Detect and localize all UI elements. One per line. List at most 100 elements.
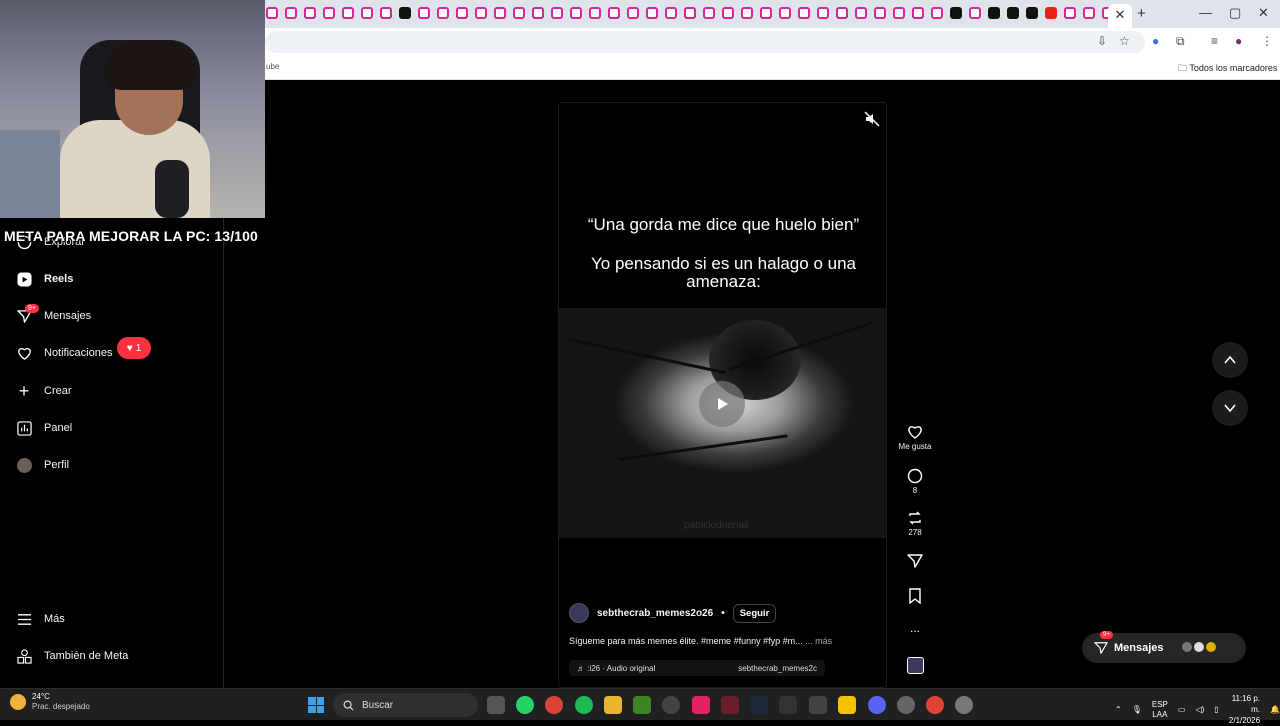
tiktok-tab-icon[interactable] [1026, 7, 1038, 19]
instagram-tab-icon[interactable] [646, 7, 658, 19]
app-icon[interactable] [721, 696, 739, 714]
instagram-tab-icon[interactable] [456, 7, 468, 19]
gear-icon[interactable] [955, 696, 973, 714]
app-icon[interactable] [809, 696, 827, 714]
audio-thumbnail[interactable] [907, 657, 924, 674]
chevron-up-icon[interactable]: ⌃ [1115, 705, 1122, 714]
instagram-tab-icon[interactable] [608, 7, 620, 19]
battery-icon[interactable]: ▯ [1214, 705, 1218, 714]
instagram-tab-icon[interactable] [817, 7, 829, 19]
follow-button[interactable]: Seguir [732, 603, 777, 623]
instagram-tab-icon[interactable] [437, 7, 449, 19]
file-explorer-icon[interactable] [604, 696, 622, 714]
instagram-tab-icon[interactable] [323, 7, 335, 19]
sticky-notes-icon[interactable] [838, 696, 856, 714]
messages-pill[interactable]: 9+ Mensajes [1082, 631, 1246, 663]
minecraft-icon[interactable] [633, 696, 651, 714]
bookmark-item[interactable]: ube [266, 62, 279, 71]
network-icon[interactable]: ▭ [1178, 705, 1186, 714]
previous-reel-button[interactable] [1212, 342, 1248, 378]
instagram-tab-icon[interactable] [798, 7, 810, 19]
maximize-button[interactable]: ▢ [1229, 5, 1241, 21]
audio-row[interactable]: ♬ :i26 · Audio original sebthecrab_memes… [569, 660, 825, 676]
microphone-icon[interactable]: 🎙 [1132, 705, 1142, 714]
sidebar-item-meta[interactable]: También de Meta [16, 642, 128, 670]
close-window-button[interactable]: ✕ [1258, 5, 1269, 21]
install-app-icon[interactable]: ⇩ [1097, 34, 1107, 48]
share-button[interactable] [895, 553, 935, 571]
whatsapp-icon[interactable] [516, 696, 534, 714]
caption-more-link[interactable]: ... más [805, 636, 832, 646]
sidebar-item-crear[interactable]: + Crear [16, 377, 72, 405]
media-icon[interactable]: ≡ [1211, 34, 1218, 48]
instagram-tab-icon[interactable] [912, 7, 924, 19]
extension-icon[interactable]: ● [1152, 34, 1159, 48]
clock[interactable]: 11:16 p. m. 2/1/2026 [1229, 693, 1260, 726]
instagram-tab-icon[interactable] [380, 7, 392, 19]
instagram-tab-icon[interactable] [703, 7, 715, 19]
instagram-tab-icon[interactable] [1064, 7, 1076, 19]
repost-button[interactable]: 278 [895, 510, 935, 537]
all-bookmarks-button[interactable]: 🗀 Todos los marcadores [1178, 61, 1277, 77]
steam-icon[interactable] [750, 696, 768, 714]
chrome-icon[interactable] [926, 696, 944, 714]
spotify-icon[interactable] [575, 696, 593, 714]
instagram-tab-icon[interactable] [532, 7, 544, 19]
reel-video[interactable]: “Una gorda me dice que huelo bien” Yo pe… [558, 102, 887, 688]
instagram-tab-icon[interactable] [741, 7, 753, 19]
instagram-tab-icon[interactable] [1083, 7, 1095, 19]
task-view-icon[interactable] [487, 696, 505, 714]
like-button[interactable]: Me gusta [895, 424, 935, 451]
sidebar-item-perfil[interactable]: Perfil [16, 451, 69, 479]
instagram-tab-icon[interactable] [361, 7, 373, 19]
windows-start-button[interactable] [308, 697, 324, 713]
play-button[interactable] [699, 381, 745, 427]
notification-bell-icon[interactable]: 🔔 [1270, 705, 1280, 714]
app-icon[interactable] [779, 696, 797, 714]
new-tab-button[interactable]: + [1137, 5, 1146, 22]
omnibox[interactable] [265, 31, 1145, 53]
sidebar-item-mas[interactable]: Más [16, 605, 65, 633]
instagram-tab-icon[interactable] [342, 7, 354, 19]
tiktok-tab-icon[interactable] [950, 7, 962, 19]
instagram-tab-icon[interactable] [494, 7, 506, 19]
discord-icon[interactable] [868, 696, 886, 714]
reel-username[interactable]: sebthecrab_memes2o26 [597, 608, 713, 619]
tiktok-icon[interactable] [692, 696, 710, 714]
instagram-tab-icon[interactable] [475, 7, 487, 19]
tiktok-tab-icon[interactable] [988, 7, 1000, 19]
instagram-tab-icon[interactable] [513, 7, 525, 19]
next-reel-button[interactable] [1212, 390, 1248, 426]
instagram-tab-icon[interactable] [418, 7, 430, 19]
instagram-tab-icon[interactable] [760, 7, 772, 19]
instagram-tab-icon[interactable] [304, 7, 316, 19]
instagram-tab-icon[interactable] [285, 7, 297, 19]
muted-speaker-icon[interactable] [864, 111, 880, 127]
tiktok-tab-icon[interactable] [1007, 7, 1019, 19]
active-tab[interactable]: ✕ [1108, 4, 1132, 28]
sidebar-item-reels[interactable]: Reels [16, 265, 73, 293]
instagram-tab-icon[interactable] [855, 7, 867, 19]
bookmark-star-icon[interactable]: ☆ [1119, 34, 1130, 48]
instagram-tab-icon[interactable] [266, 7, 278, 19]
instagram-tab-icon[interactable] [551, 7, 563, 19]
avatar[interactable] [569, 603, 589, 623]
instagram-tab-icon[interactable] [589, 7, 601, 19]
sidebar-item-panel[interactable]: Panel [16, 414, 72, 442]
puzzle-icon[interactable]: ⧉ [1176, 34, 1185, 49]
app-icon[interactable] [662, 696, 680, 714]
volume-icon[interactable]: ◁) [1195, 705, 1204, 714]
language-indicator[interactable]: ESP LAA [1152, 700, 1168, 720]
profile-avatar[interactable]: ● [1235, 34, 1242, 48]
instagram-tab-icon[interactable] [836, 7, 848, 19]
kebab-menu-icon[interactable]: ⋮ [1261, 34, 1273, 48]
instagram-tab-icon[interactable] [969, 7, 981, 19]
settings-icon[interactable] [897, 696, 915, 714]
instagram-tab-icon[interactable] [570, 7, 582, 19]
instagram-tab-icon[interactable] [779, 7, 791, 19]
youtube-tab-icon[interactable] [1045, 7, 1057, 19]
instagram-tab-icon[interactable] [627, 7, 639, 19]
instagram-tab-icon[interactable] [874, 7, 886, 19]
tiktok-tab-icon[interactable] [399, 7, 411, 19]
sidebar-item-notificaciones[interactable]: Notificaciones [16, 339, 112, 367]
